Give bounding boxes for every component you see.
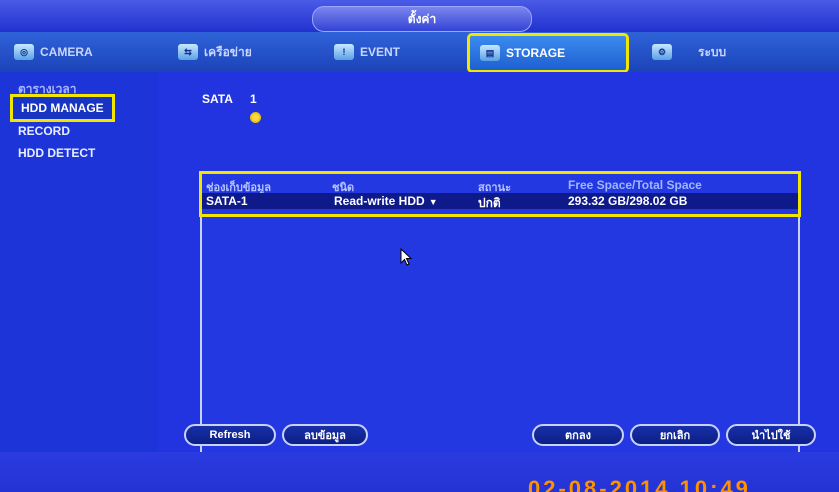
tab-event[interactable]: ! EVENT [334,38,400,66]
tab-system[interactable]: ⚙ ระบบ [652,38,726,66]
window-title: ตั้งค่า [312,6,532,32]
event-icon: ! [334,44,354,60]
hdd-table: ช่องเก็บข้อมูล ชนิด สถานะ Free Space/Tot… [199,171,801,462]
refresh-button[interactable]: Refresh [184,424,276,446]
main-panel: SATA 1 ช่องเก็บข้อมูล ชนิด สถานะ Free Sp… [158,72,839,462]
ok-button[interactable]: ตกลง [532,424,624,446]
cell-status: ปกติ [478,196,501,210]
sata-radio-icon[interactable] [250,112,261,123]
sata-label: SATA [202,92,233,106]
sidebar-item-hdd-detect[interactable]: HDD DETECT [18,146,95,160]
table-header: ช่องเก็บข้อมูล ชนิด สถานะ Free Space/Tot… [202,178,798,194]
table-row[interactable]: SATA-1 Read-write HDD ▼ ปกติ 293.32 GB/29… [202,193,798,210]
chevron-down-icon: ▼ [428,197,438,207]
cell-device: SATA-1 [206,194,248,208]
format-button[interactable]: ลบข้อมูล [282,424,368,446]
tab-storage-label: STORAGE [506,46,566,60]
system-icon: ⚙ [652,44,672,60]
tab-camera-label: CAMERA [40,45,93,59]
tab-network-label: เครือข่าย [204,44,252,59]
storage-icon: ▤ [480,45,500,61]
tab-event-label: EVENT [360,45,401,59]
cell-type-select[interactable]: Read-write HDD ▼ [334,194,438,208]
apply-button[interactable]: นำไปใช้ [726,424,816,446]
sata-number: 1 [250,92,257,106]
tab-storage[interactable]: ▤ STORAGE [467,33,629,73]
mouse-cursor-icon [400,248,412,266]
sidebar: ตารางเวลา HDD MANAGE RECORD HDD DETECT [0,72,158,452]
title-bar: ตั้งค่า [0,0,839,32]
sidebar-item-hdd-manage[interactable]: HDD MANAGE [10,94,115,122]
tab-system-label: ระบบ [698,44,727,59]
tab-bar: ◎ CAMERA ⇆ เครือข่าย ! EVENT ▤ STORAGE ⚙… [0,32,839,73]
cell-space: 293.32 GB/298.02 GB [568,194,688,208]
tab-network[interactable]: ⇆ เครือข่าย [178,38,252,66]
column-header-space: Free Space/Total Space [568,178,702,192]
timestamp-overlay: 02-08-2014 10:49 [528,476,751,492]
hdd-table-highlight: ช่องเก็บข้อมูล ชนิด สถานะ Free Space/Tot… [199,171,801,217]
network-icon: ⇆ [178,44,198,60]
cancel-button[interactable]: ยกเลิก [630,424,720,446]
camera-icon: ◎ [14,44,34,60]
cell-type: Read-write HDD [334,194,425,208]
tab-camera[interactable]: ◎ CAMERA [14,38,93,66]
sidebar-item-record[interactable]: RECORD [18,124,70,138]
